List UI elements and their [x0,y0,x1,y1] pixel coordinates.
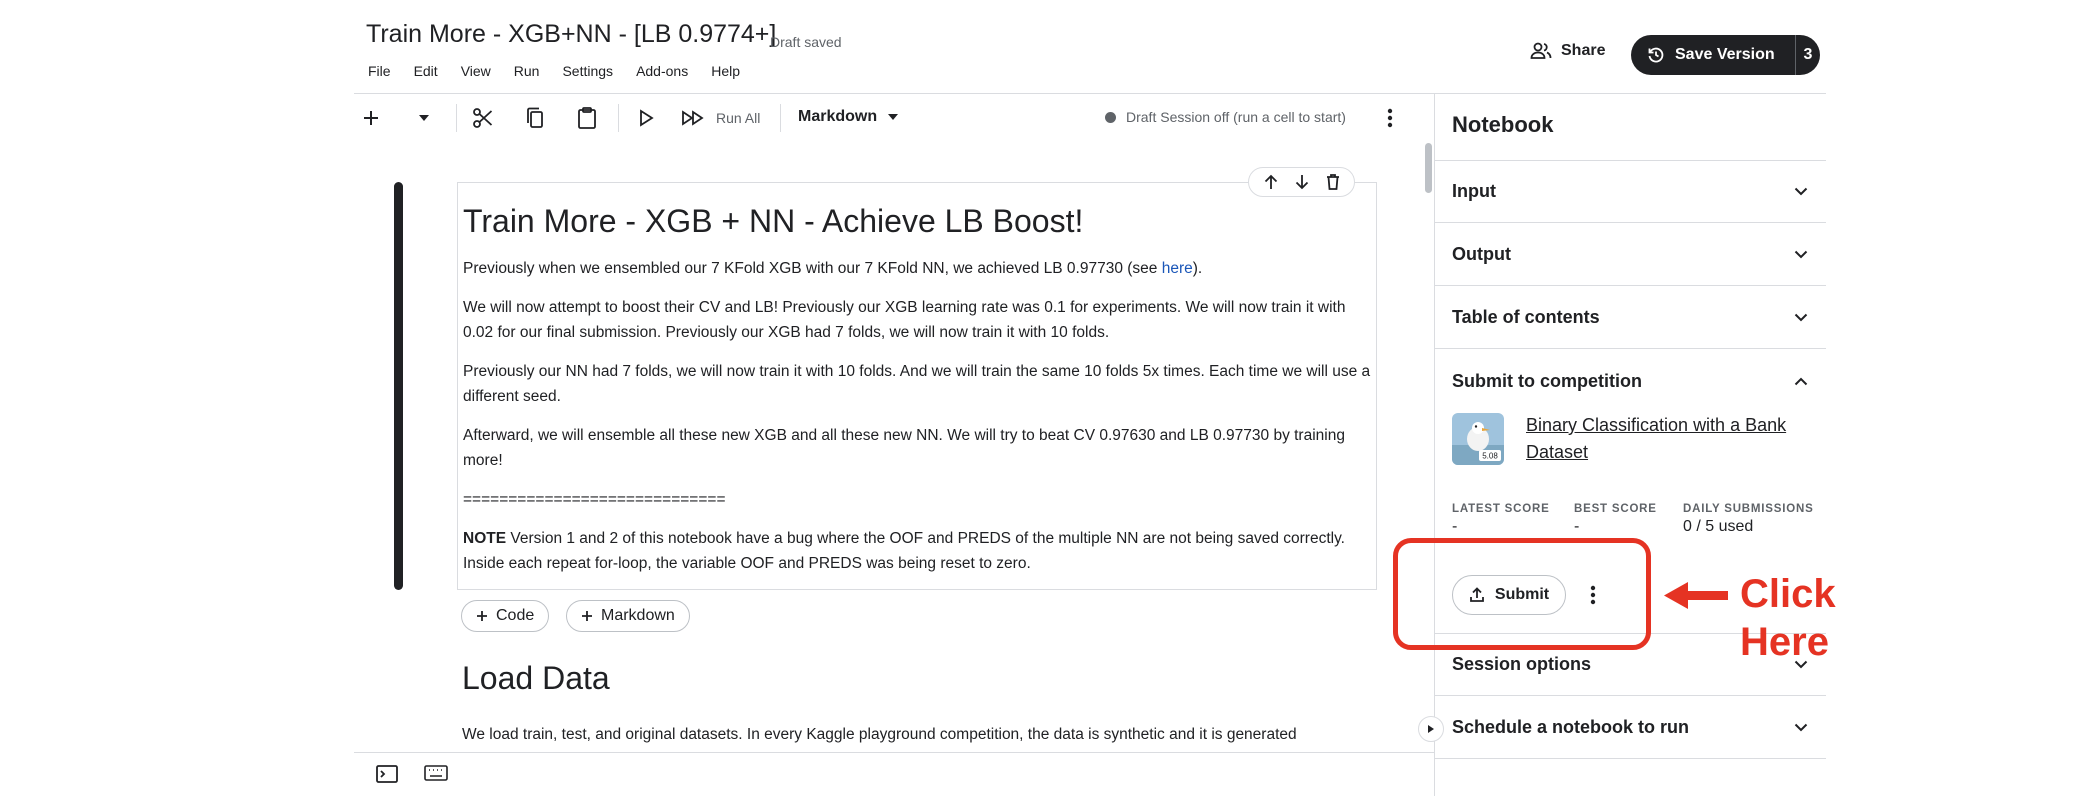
cell-paragraph: Previously our NN had 7 folds, we will n… [463,363,1371,405]
more-vert-icon[interactable] [1378,104,1402,132]
cell-paragraph: Previously when we ensembled our 7 KFold… [463,260,1203,277]
bottom-toolbar [354,752,1434,797]
scissors-icon[interactable] [468,104,498,132]
cell-heading: Train More - XGB + NN - Achieve LB Boost… [463,203,1084,239]
chevron-down-icon [1794,313,1808,322]
daily-submissions-label: DAILY SUBMISSIONS [1683,503,1814,515]
section-input[interactable]: Input [1435,161,1826,223]
competition-thumbnail[interactable]: 5.08 [1452,413,1504,465]
plus-icon [581,610,593,622]
section-toc-label: Table of contents [1452,307,1600,327]
move-up-icon[interactable] [1263,173,1279,191]
section-submit-label: Submit to competition [1452,370,1642,391]
chevron-down-icon[interactable] [410,104,438,132]
session-status: Draft Session off (run a cell to start) [1105,109,1346,125]
section-session-label: Session options [1452,654,1592,674]
add-markdown-label: Markdown [601,607,675,624]
section-heading: Load Data [462,660,610,696]
cell-paragraph: We will now attempt to boost their CV an… [463,299,1346,341]
annotation-line: Click [1740,572,1836,616]
status-dot-icon [1105,111,1116,123]
scrollbar-thumb[interactable] [1425,143,1432,193]
best-score-value: - [1574,518,1580,535]
menu-settings[interactable]: Settings [562,63,613,79]
section-submit-to-competition[interactable]: Submit to competition [1435,350,1826,412]
toolbar-divider [456,104,457,132]
draft-status: Draft saved [770,34,842,50]
run-all-icon[interactable] [678,104,708,132]
menu-edit[interactable]: Edit [414,63,438,79]
move-down-icon[interactable] [1294,173,1310,191]
save-version-button[interactable]: Save Version 3 [1631,35,1820,75]
history-icon [1647,46,1665,64]
copy-icon[interactable] [520,104,550,132]
section-schedule[interactable]: Schedule a notebook to run [1435,697,1826,759]
section-input-label: Input [1452,181,1496,201]
add-code-label: Code [496,607,535,624]
add-code-button[interactable]: Code [461,600,550,632]
plus-icon [476,610,488,622]
cell-selection-bar [394,182,403,590]
thumb-badge: 5.08 [1482,452,1498,461]
trash-icon[interactable] [1325,173,1341,191]
run-icon[interactable] [632,104,660,132]
menu-add-ons[interactable]: Add-ons [636,63,688,79]
menu-run[interactable]: Run [514,63,540,79]
latest-score-label: LATEST SCORE [1452,503,1550,515]
cell-paragraph: We load train, test, and original datase… [462,726,1297,743]
best-score-label: BEST SCORE [1574,503,1657,515]
people-icon [1530,42,1552,60]
panel-title: Notebook [1452,112,1554,137]
menu-bar: File Edit View Run Settings Add-ons Help [368,63,763,79]
notebook-title[interactable]: Train More - XGB+NN - [LB 0.9774+] [366,20,776,49]
plus-icon[interactable] [357,104,385,132]
cell-separator: ============================= [463,491,726,508]
session-status-label: Draft Session off (run a cell to start) [1126,109,1346,125]
menu-view[interactable]: View [461,63,491,79]
competition-link[interactable]: Binary Classification with a Bank Datase… [1526,412,1816,466]
chevron-down-icon [887,113,899,121]
annotation-line: Here [1740,620,1829,664]
editor-scrollbar[interactable] [1424,140,1432,750]
section-table-of-contents[interactable]: Table of contents [1435,287,1826,349]
menu-file[interactable]: File [368,63,391,79]
cell-type-select[interactable]: Markdown [798,108,899,126]
console-icon[interactable] [376,765,398,783]
daily-submissions-value: 0 / 5 used [1683,518,1754,535]
cell-actions [1248,167,1355,197]
chevron-down-icon [1794,723,1808,732]
cell-note: NOTE Version 1 and 2 of this notebook ha… [463,530,1345,572]
share-label: Share [1561,42,1606,59]
toolbar-divider [618,104,619,132]
cell-type-label: Markdown [798,108,878,125]
share-button[interactable]: Share [1530,42,1605,60]
highlight-box [1393,538,1651,650]
here-link[interactable]: here [1162,260,1193,277]
toolbar-divider [780,104,781,132]
save-version-label: Save Version [1675,46,1775,63]
markdown-cell[interactable]: Train More - XGB + NN - Achieve LB Boost… [457,182,1377,590]
click-here-annotation: Click Here [1740,570,1836,666]
section-output[interactable]: Output [1435,224,1826,286]
paste-icon[interactable] [572,104,602,132]
arrow-left-icon [1662,580,1730,612]
cell-paragraph: Afterward, we will ensemble all these ne… [463,427,1345,469]
section-schedule-label: Schedule a notebook to run [1452,717,1690,737]
expand-panel-toggle[interactable] [1418,716,1444,742]
version-count[interactable]: 3 [1796,46,1820,64]
menu-help[interactable]: Help [711,63,740,79]
chevron-down-icon [1794,187,1808,196]
add-markdown-button[interactable]: Markdown [566,600,690,632]
latest-score-value: - [1452,518,1458,535]
keyboard-icon[interactable] [424,765,448,781]
chevron-up-icon [1794,377,1808,386]
run-all-button[interactable]: Run All [716,110,760,126]
section-output-label: Output [1452,244,1511,264]
chevron-down-icon [1794,250,1808,259]
